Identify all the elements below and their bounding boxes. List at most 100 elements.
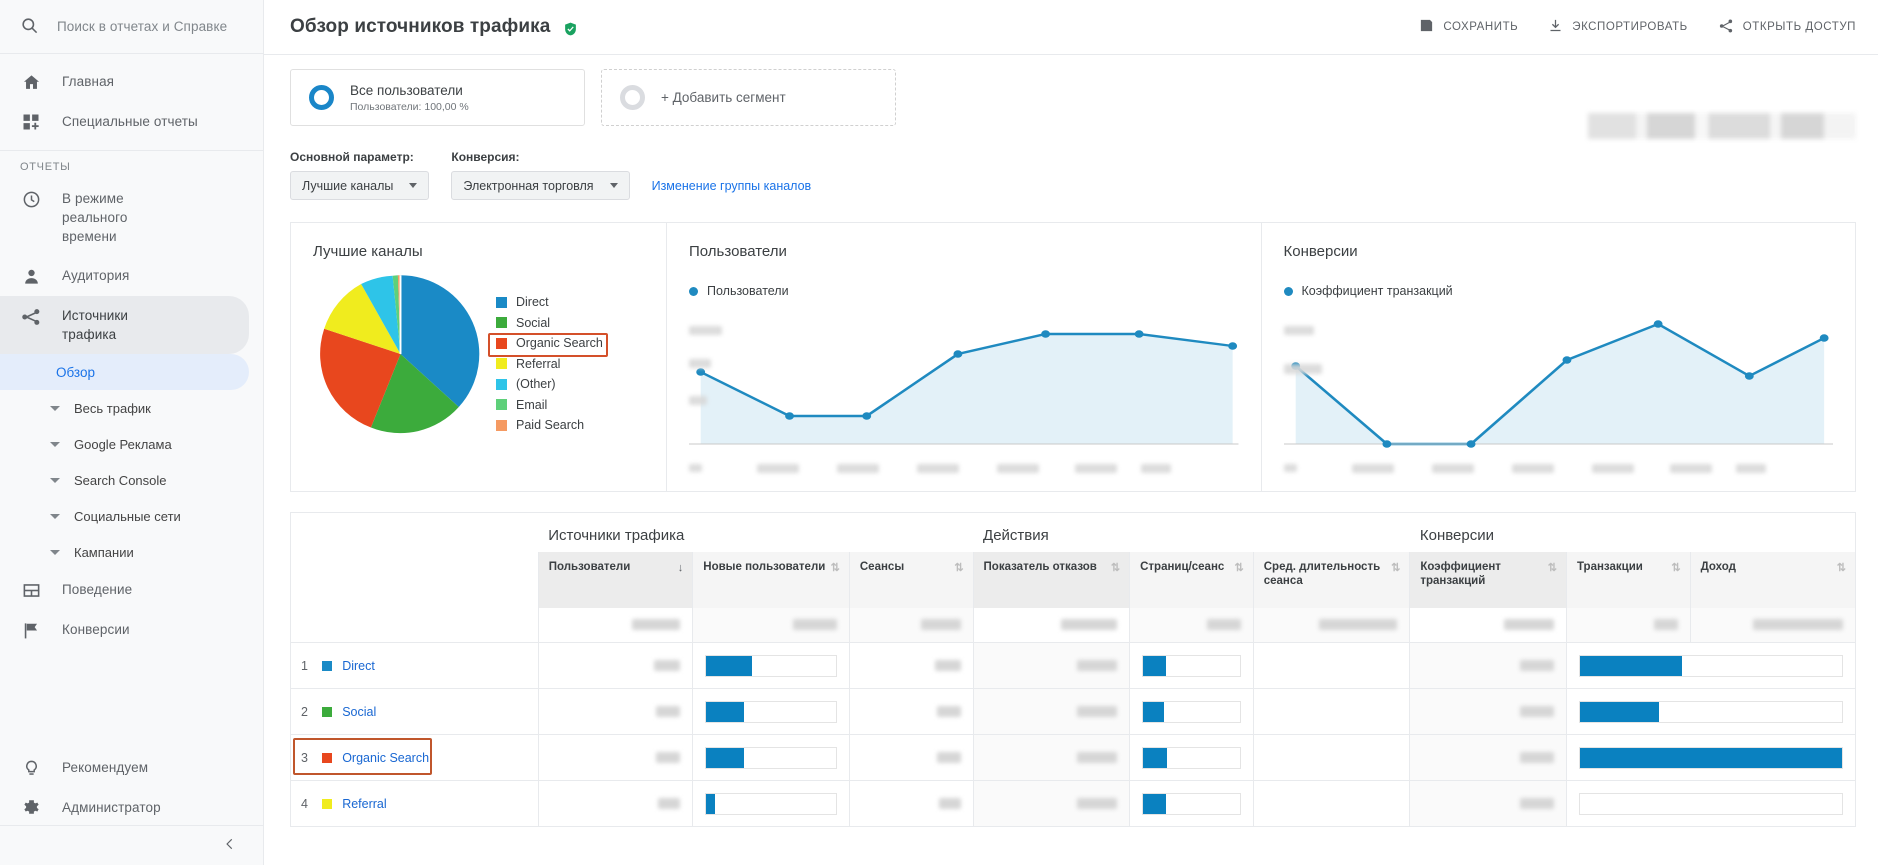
chart-legend: Коэффициент транзакций <box>1284 284 1834 298</box>
sidebar-item-overview[interactable]: Обзор <box>0 354 249 390</box>
sidebar-item-search-console[interactable]: Search Console <box>0 462 249 498</box>
sidebar-item-admin[interactable]: Администратор <box>0 788 249 825</box>
sidebar-item-recommendations[interactable]: Рекомендуем <box>0 748 249 788</box>
sidebar-item-audience[interactable]: Аудитория <box>0 256 249 296</box>
bar-fill <box>706 748 744 768</box>
row-channel-cell[interactable]: 1 Direct <box>291 642 538 688</box>
cell-users <box>538 642 693 688</box>
sidebar-item-home[interactable]: Главная <box>0 62 249 102</box>
bar-track <box>1142 701 1241 723</box>
legend-item[interactable]: Referral <box>496 354 603 375</box>
search-bar[interactable]: Поиск в отчетах и Справке <box>0 0 263 54</box>
pie-chart[interactable] <box>313 266 488 442</box>
conversion-select[interactable]: Электронная торговля <box>451 171 629 200</box>
legend-item[interactable]: Direct <box>496 292 603 313</box>
sort-arrow-icon: ⇅ <box>1391 562 1400 576</box>
column-header-bounce-rate[interactable]: Показатель отказов ⇅ <box>973 552 1130 608</box>
row-channel-cell[interactable]: 4 Referral <box>291 780 538 826</box>
sidebar-item-campaigns[interactable]: Кампании <box>0 534 249 570</box>
save-button[interactable]: СОХРАНИТЬ <box>1419 18 1518 36</box>
bar-fill <box>706 702 744 722</box>
date-range-redacted[interactable] <box>1588 113 1856 139</box>
cell-pages-per-session <box>1130 734 1254 780</box>
cell-revenue <box>1566 688 1855 734</box>
row-index: 3 <box>301 751 308 765</box>
column-header-sessions[interactable]: Сеансы ⇅ <box>849 552 973 608</box>
legend-item[interactable]: (Other) <box>496 374 603 395</box>
page-title: Обзор источников трафика <box>290 16 550 37</box>
pie-chart-area: Direct Social Organic Search <box>313 266 644 442</box>
edit-channel-grouping-link[interactable]: Изменение группы каналов <box>652 179 812 200</box>
column-header-users[interactable]: Пользователи ↓ <box>538 552 693 608</box>
sidebar-item-google-ads[interactable]: Google Реклама <box>0 426 249 462</box>
legend-item[interactable]: Social <box>496 313 603 334</box>
bar-fill <box>1143 748 1167 768</box>
column-header-transaction-rate[interactable]: Коэффициент транзакций ⇅ <box>1410 552 1567 608</box>
bar-track <box>705 793 837 815</box>
bar-track <box>1142 793 1241 815</box>
conversions-line-chart[interactable] <box>1284 304 1834 459</box>
sidebar-item-realtime[interactable]: В режиме реального времени <box>0 179 249 256</box>
save-button-label: СОХРАНИТЬ <box>1443 21 1518 33</box>
column-header-new-users[interactable]: Новые пользователи ⇅ <box>693 552 850 608</box>
sidebar-item-acquisition[interactable]: Источники трафика <box>0 296 249 354</box>
legend-item-organic-search[interactable]: Organic Search <box>496 333 603 354</box>
cell-new-users <box>693 642 850 688</box>
bar-fill <box>1143 794 1166 814</box>
sidebar-item-social[interactable]: Социальные сети <box>0 498 249 534</box>
card-users: Пользователи Пользователи <box>667 223 1262 491</box>
search-icon <box>20 16 39 38</box>
legend-swatch <box>496 420 507 431</box>
report-content: Все пользователи Пользователи: 100,00 % … <box>264 55 1878 865</box>
sidebar-item-all-traffic[interactable]: Весь трафик <box>0 390 249 426</box>
segment-all-users[interactable]: Все пользователи Пользователи: 100,00 % <box>290 69 585 126</box>
legend-label: Коэффициент транзакций <box>1302 284 1453 298</box>
export-button[interactable]: ЭКСПОРТИРОВАТЬ <box>1548 18 1688 36</box>
table-row-organic-search[interactable]: 3 Organic Search <box>291 734 1855 780</box>
legend-swatch <box>496 338 507 349</box>
add-segment-button[interactable]: + Добавить сегмент <box>601 69 896 126</box>
chevron-down-icon <box>50 478 60 483</box>
column-header-revenue[interactable]: Доход ⇅ <box>1690 552 1855 608</box>
table-row[interactable]: 1 Direct <box>291 642 1855 688</box>
row-channel-cell[interactable]: 2 Social <box>291 688 538 734</box>
column-header-pages-per-session[interactable]: Страниц/сеанс ⇅ <box>1130 552 1254 608</box>
cell-transaction-rate <box>1410 734 1567 780</box>
cell-users <box>538 780 693 826</box>
sidebar-item-label: Конверсии <box>62 620 130 639</box>
summary-revenue <box>1690 608 1855 642</box>
users-line-chart[interactable] <box>689 304 1239 459</box>
segment-subtitle: Пользователи: 100,00 % <box>350 101 469 113</box>
cell-avg-duration <box>1253 734 1410 780</box>
table-row[interactable]: 4 Referral <box>291 780 1855 826</box>
sidebar-item-conversions[interactable]: Конверсии <box>0 610 249 650</box>
row-channel-name: Referral <box>342 797 386 811</box>
cell-revenue <box>1566 642 1855 688</box>
cell-avg-duration <box>1253 780 1410 826</box>
row-channel-cell[interactable]: 3 Organic Search <box>291 734 538 780</box>
sidebar-item-behavior[interactable]: Поведение <box>0 570 249 610</box>
search-input[interactable]: Поиск в отчетах и Справке <box>57 19 227 34</box>
cell-sessions <box>849 734 973 780</box>
table: Источники трафика Действия Конверсии Пол… <box>291 513 1855 827</box>
cell-bounce-rate <box>973 780 1130 826</box>
legend-item[interactable]: Email <box>496 395 603 416</box>
sidebar-subitem-label: Весь трафик <box>74 401 151 416</box>
acquisition-table: Источники трафика Действия Конверсии Пол… <box>290 512 1856 827</box>
sidebar-collapse-button[interactable] <box>0 825 263 865</box>
bar-fill <box>706 656 751 676</box>
users-x-axis <box>689 461 1239 481</box>
legend-dot-icon <box>689 287 698 296</box>
share-button[interactable]: ОТКРЫТЬ ДОСТУП <box>1718 18 1856 37</box>
bar-fill <box>1580 702 1659 722</box>
sidebar-item-label: Аудитория <box>62 266 129 285</box>
column-header-avg-session-duration[interactable]: Сред. длительность сеанса ⇅ <box>1253 552 1410 608</box>
cell-revenue <box>1566 734 1855 780</box>
row-index: 1 <box>301 659 308 673</box>
column-header-transactions[interactable]: Транзакции ⇅ <box>1566 552 1690 608</box>
table-row[interactable]: 2 Social <box>291 688 1855 734</box>
legend-item[interactable]: Paid Search <box>496 415 603 436</box>
primary-dimension-select[interactable]: Лучшие каналы <box>290 171 429 200</box>
sort-arrow-icon: ↓ <box>678 562 684 576</box>
sidebar-item-custom-reports[interactable]: Специальные отчеты <box>0 102 249 142</box>
